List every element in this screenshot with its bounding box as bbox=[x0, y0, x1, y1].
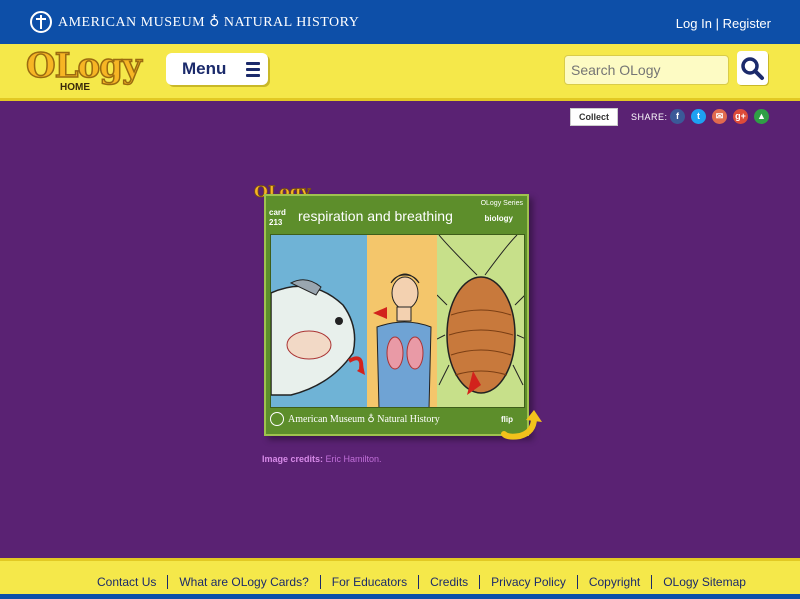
bottom-strip bbox=[0, 594, 800, 599]
classroom-icon[interactable]: ▲ bbox=[754, 109, 769, 124]
flip-arrow-icon[interactable] bbox=[500, 408, 544, 442]
footer-link-contact[interactable]: Contact Us bbox=[86, 575, 169, 589]
auth-separator: | bbox=[715, 16, 719, 31]
fish-illustration bbox=[271, 279, 365, 396]
footer-link-what-are-cards[interactable]: What are OLogy Cards? bbox=[168, 575, 321, 589]
card-title: respiration and breathing bbox=[298, 208, 453, 224]
amnh-logo[interactable]: American Museum ♁ Natural History bbox=[30, 11, 359, 33]
card-illustration bbox=[270, 234, 525, 408]
card-footer: American Museum ♁ Natural History bbox=[270, 412, 440, 426]
ology-card[interactable]: card 213 respiration and breathing OLogy… bbox=[264, 194, 529, 436]
amnh-mark-icon bbox=[30, 11, 52, 33]
ology-logo-home: HOME bbox=[60, 82, 90, 93]
twitter-icon[interactable]: t bbox=[691, 109, 706, 124]
museum-name: American Museum ♁ Natural History bbox=[58, 14, 360, 30]
menu-button[interactable]: Menu bbox=[166, 53, 268, 85]
ology-logo-word: OLogy bbox=[25, 45, 142, 87]
card-number-label: card bbox=[269, 208, 286, 217]
footer-link-sitemap[interactable]: OLogy Sitemap bbox=[652, 575, 757, 589]
facebook-icon[interactable]: f bbox=[670, 109, 685, 124]
human-illustration bbox=[373, 273, 432, 407]
footer-link-credits[interactable]: Credits bbox=[419, 575, 481, 589]
login-link[interactable]: Log In bbox=[676, 16, 712, 31]
email-icon[interactable]: ✉ bbox=[712, 109, 727, 124]
googleplus-icon[interactable]: g+ bbox=[733, 109, 748, 124]
register-link[interactable]: Register bbox=[723, 16, 771, 31]
card-footer-text: American Museum ♁ Natural History bbox=[288, 413, 440, 425]
search-icon bbox=[741, 57, 764, 80]
card-number-value: 213 bbox=[269, 218, 283, 227]
credits-label: Image credits: bbox=[262, 454, 324, 464]
ology-home-logo[interactable]: OLogy HOME bbox=[25, 45, 142, 104]
footer-links: Contact Us What are OLogy Cards? For Edu… bbox=[86, 575, 757, 589]
footer-link-educators[interactable]: For Educators bbox=[321, 575, 420, 589]
hamburger-icon bbox=[246, 62, 260, 77]
insect-illustration bbox=[436, 235, 524, 395]
site-header: OLogy HOME Menu bbox=[0, 44, 800, 101]
menu-label: Menu bbox=[182, 59, 227, 78]
card-subject: biology bbox=[484, 214, 513, 223]
human-panel bbox=[367, 235, 437, 407]
share-label: SHARE: bbox=[631, 112, 668, 122]
card-number: card 213 bbox=[269, 208, 286, 228]
amnh-mark-icon bbox=[270, 412, 284, 426]
search-input[interactable] bbox=[564, 55, 729, 85]
card-series: OLogy Series bbox=[480, 200, 523, 207]
site-footer: Contact Us What are OLogy Cards? For Edu… bbox=[0, 558, 800, 599]
credits-value: Eric Hamilton. bbox=[325, 454, 382, 464]
footer-link-privacy[interactable]: Privacy Policy bbox=[480, 575, 578, 589]
image-credits: Image credits: Eric Hamilton. bbox=[262, 454, 382, 464]
fish-panel bbox=[271, 235, 367, 407]
footer-link-copyright[interactable]: Copyright bbox=[578, 575, 653, 589]
auth-links: Log In | Register bbox=[676, 16, 771, 31]
top-bar: American Museum ♁ Natural History Log In… bbox=[0, 0, 800, 44]
search-button[interactable] bbox=[737, 51, 768, 85]
insect-panel bbox=[436, 235, 524, 407]
collect-button[interactable]: Collect bbox=[570, 108, 618, 126]
share-icons: f t ✉ g+ ▲ bbox=[670, 109, 769, 124]
